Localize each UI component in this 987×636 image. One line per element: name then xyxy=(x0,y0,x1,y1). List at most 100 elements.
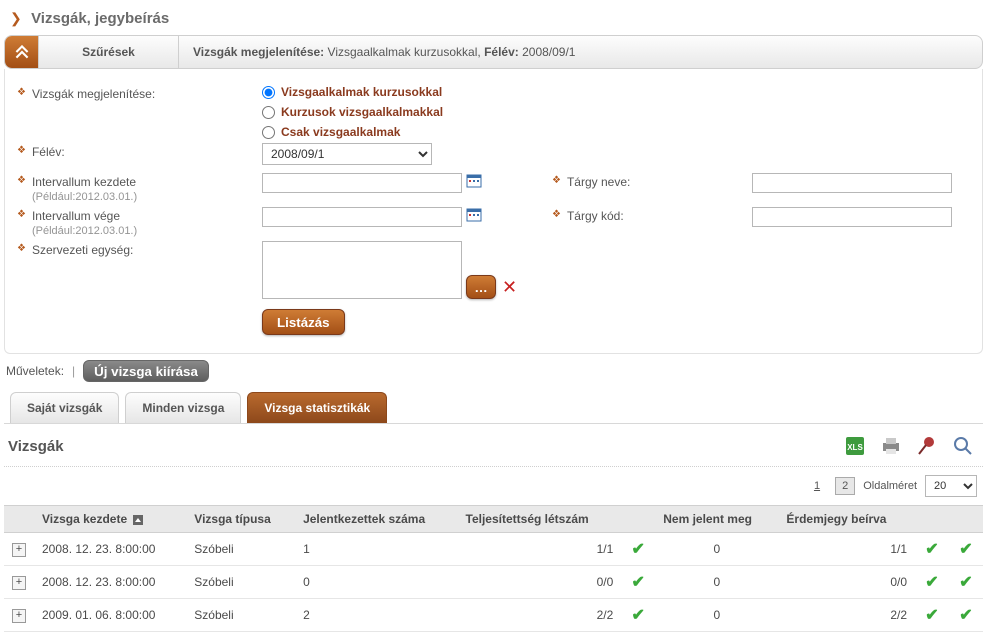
diamond-icon: ❖ xyxy=(17,145,26,156)
radio-label-3: Csak vizsgaalkalmak xyxy=(281,125,400,139)
export-xls-icon[interactable]: XLS xyxy=(843,434,867,458)
row-term: ❖ Félév: 2008/09/1 xyxy=(17,143,970,169)
page-title: Vizsgák, jegybeírás xyxy=(31,10,169,27)
cell-row-check: ✔ xyxy=(949,566,983,599)
interval-end-input[interactable] xyxy=(262,207,462,227)
filter-bar-current: Vizsgák megjelenítése: Vizsgaalkalmak ku… xyxy=(179,36,982,68)
cell-grade: 1/1 xyxy=(778,533,915,566)
interval-start-hint: (Például:2012.03.01.) xyxy=(32,191,137,203)
org-unit-clear-button[interactable]: ✕ xyxy=(502,277,517,298)
cell-noshow: 0 xyxy=(655,599,778,632)
diamond-icon: ❖ xyxy=(17,87,26,98)
org-unit-textarea[interactable] xyxy=(262,241,462,299)
cell-type: Szóbeli xyxy=(186,566,295,599)
diamond-icon: ❖ xyxy=(17,175,26,186)
filter-bar-label: Szűrések xyxy=(39,36,179,68)
filter-current-term-value: 2008/09/1 xyxy=(522,45,575,59)
cell-grade: 0/0 xyxy=(778,566,915,599)
subject-code-input[interactable] xyxy=(752,207,952,227)
calendar-icon[interactable] xyxy=(466,207,482,223)
cell-completion-check: ✔ xyxy=(621,599,655,632)
term-select[interactable]: 2008/09/1 xyxy=(262,143,432,165)
list-title: Vizsgák xyxy=(8,438,64,455)
interval-end-hint: (Például:2012.03.01.) xyxy=(32,225,137,237)
diamond-icon: ❖ xyxy=(17,243,26,254)
cell-completion-check: ✔ xyxy=(621,566,655,599)
cell-completion-check: ✔ xyxy=(621,533,655,566)
check-icon: ✔ xyxy=(925,541,938,558)
radio-option-3[interactable] xyxy=(262,126,275,139)
table-row: +2009. 01. 06. 8:00:00Szóbeli22/2✔02/2✔✔ xyxy=(4,599,983,632)
interval-end-label: Intervallum vége xyxy=(32,209,120,223)
table-row: +2008. 12. 23. 8:00:00Szóbeli11/1✔01/1✔✔ xyxy=(4,533,983,566)
cell-date: 2008. 12. 23. 8:00:00 xyxy=(34,533,186,566)
th-applicants[interactable]: Jelentkezettek száma xyxy=(295,506,457,533)
cell-grade-check: ✔ xyxy=(915,599,949,632)
filter-current-prefix: Vizsgák megjelenítése: xyxy=(193,45,324,59)
cell-row-check: ✔ xyxy=(949,599,983,632)
th-noshow[interactable]: Nem jelent meg xyxy=(655,506,778,533)
display-label: Vizsgák megjelenítése: xyxy=(32,87,155,101)
cell-completion: 2/2 xyxy=(458,599,622,632)
subject-name-label: Tárgy neve: xyxy=(567,175,630,189)
check-icon: ✔ xyxy=(959,574,972,591)
cell-applicants: 0 xyxy=(295,566,457,599)
page-link-2[interactable]: 2 xyxy=(835,477,855,495)
cell-row-check: ✔ xyxy=(949,533,983,566)
page-link-1[interactable]: 1 xyxy=(807,477,827,495)
double-chevron-up-icon xyxy=(15,45,29,59)
filter-bar: Szűrések Vizsgák megjelenítése: Vizsgaal… xyxy=(4,35,983,69)
cell-date: 2009. 01. 06. 8:00:00 xyxy=(34,599,186,632)
tab-own-exams[interactable]: Saját vizsgák xyxy=(10,392,119,423)
list-button[interactable]: Listázás xyxy=(262,309,345,335)
subject-name-input[interactable] xyxy=(752,173,952,193)
check-icon: ✔ xyxy=(925,607,938,624)
pager: 1 2 Oldalméret 20 xyxy=(4,467,983,505)
org-unit-browse-button[interactable]: … xyxy=(466,275,496,299)
page-size-select[interactable]: 20 xyxy=(925,475,977,497)
expand-row-button[interactable]: + xyxy=(12,543,26,557)
check-icon: ✔ xyxy=(959,541,972,558)
exam-table: Vizsga kezdete Vizsga típusa Jelentkezet… xyxy=(4,505,983,632)
svg-text:XLS: XLS xyxy=(847,443,863,452)
th-completion-check xyxy=(621,506,655,533)
cell-grade-check: ✔ xyxy=(915,566,949,599)
cell-completion: 0/0 xyxy=(458,566,622,599)
expand-row-button[interactable]: + xyxy=(12,609,26,623)
cell-grade: 2/2 xyxy=(778,599,915,632)
term-label: Félév: xyxy=(32,145,65,159)
cell-applicants: 1 xyxy=(295,533,457,566)
search-icon[interactable] xyxy=(951,434,975,458)
check-icon: ✔ xyxy=(632,574,645,591)
chevron-right-icon: ❯ xyxy=(10,10,22,26)
calendar-icon[interactable] xyxy=(466,173,482,189)
th-completion[interactable]: Teljesítettség létszám xyxy=(458,506,622,533)
check-icon: ✔ xyxy=(959,607,972,624)
new-exam-button[interactable]: Új vizsga kiírása xyxy=(83,360,209,382)
interval-start-label: Intervallum kezdete xyxy=(32,175,136,189)
diamond-icon: ❖ xyxy=(552,209,561,220)
radio-option-2[interactable] xyxy=(262,106,275,119)
th-exam-start[interactable]: Vizsga kezdete xyxy=(34,506,186,533)
tab-exam-statistics[interactable]: Vizsga statisztikák xyxy=(247,392,387,423)
operations-label: Műveletek: xyxy=(6,364,64,378)
radio-label-1: Vizsgaalkalmak kurzusokkal xyxy=(281,85,442,99)
pin-icon[interactable] xyxy=(915,434,939,458)
row-org-unit: ❖ Szervezeti egység: … ✕ xyxy=(17,241,970,299)
check-icon: ✔ xyxy=(632,541,645,558)
interval-start-input[interactable] xyxy=(262,173,462,193)
cell-noshow: 0 xyxy=(655,566,778,599)
tab-all-exams[interactable]: Minden vizsga xyxy=(125,392,241,423)
table-header-row: Vizsga kezdete Vizsga típusa Jelentkezet… xyxy=(4,506,983,533)
th-grade[interactable]: Érdemjegy beírva xyxy=(778,506,915,533)
diamond-icon: ❖ xyxy=(552,175,561,186)
radio-option-1[interactable] xyxy=(262,86,275,99)
operations-bar: Műveletek: | Új vizsga kiírása xyxy=(4,354,983,392)
check-icon: ✔ xyxy=(925,574,938,591)
row-interval-start: ❖ Intervallum kezdete (Például:2012.03.0… xyxy=(17,173,970,203)
th-exam-type[interactable]: Vizsga típusa xyxy=(186,506,295,533)
filter-current-term-label: Félév: xyxy=(484,45,519,59)
print-icon[interactable] xyxy=(879,434,903,458)
expand-row-button[interactable]: + xyxy=(12,576,26,590)
collapse-filters-button[interactable] xyxy=(5,36,39,68)
